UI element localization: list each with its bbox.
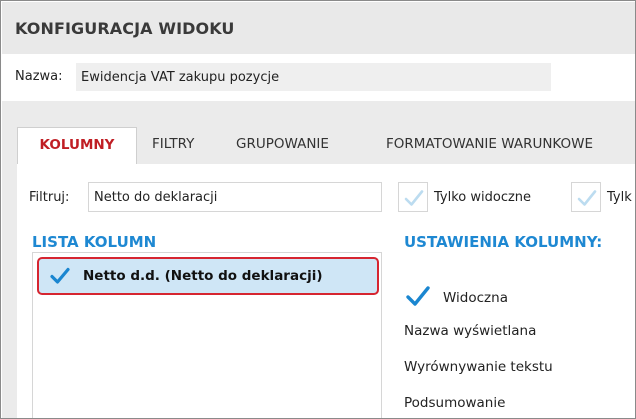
name-label: Nazwa: xyxy=(15,69,63,84)
text-alignment-label: Wyrównywanie tekstu xyxy=(404,359,553,375)
second-filter-label: Tylk xyxy=(607,190,632,205)
tab-panel: KOLUMNY FILTRY GRUPOWANIE FORMATOWANIE W… xyxy=(2,101,635,418)
visible-label: Widoczna xyxy=(443,290,508,306)
second-filter-checkbox[interactable] xyxy=(571,182,601,212)
name-row: Nazwa: xyxy=(2,54,635,101)
only-visible-label: Tylko widoczne xyxy=(434,190,532,205)
column-list: Netto d.d. (Netto do deklaracji) xyxy=(32,252,382,418)
summary-label: Podsumowanie xyxy=(404,395,506,411)
checkmark-icon[interactable] xyxy=(50,267,70,289)
tab-formatowanie-warunkowe[interactable]: FORMATOWANIE WARUNKOWE xyxy=(386,127,593,164)
tab-filtry[interactable]: FILTRY xyxy=(152,127,194,164)
columns-tab-content: Filtruj: Tylko widoczne Tylk LISTA KOLUM… xyxy=(17,164,635,418)
check-outline-icon xyxy=(404,190,424,206)
column-settings-title: USTAWIENIA KOLUMNY: xyxy=(404,233,603,251)
display-name-label: Nazwa wyświetlana xyxy=(404,323,537,339)
check-outline-icon xyxy=(577,190,597,206)
only-visible-checkbox[interactable] xyxy=(398,182,428,212)
title-bar: KONFIGURACJA WIDOKU xyxy=(2,2,635,54)
configuration-window: KONFIGURACJA WIDOKU Nazwa: KOLUMNY FILTR… xyxy=(0,0,636,419)
list-item[interactable]: Netto d.d. (Netto do deklaracji) xyxy=(37,257,379,295)
tab-kolumny[interactable]: KOLUMNY xyxy=(17,127,137,164)
tab-bar: KOLUMNY FILTRY GRUPOWANIE FORMATOWANIE W… xyxy=(17,127,635,164)
window-title: KONFIGURACJA WIDOKU xyxy=(15,19,235,38)
filter-label: Filtruj: xyxy=(29,190,70,205)
name-input[interactable] xyxy=(76,63,551,91)
list-item-label: Netto d.d. (Netto do deklaracji) xyxy=(83,268,323,284)
column-list-title: LISTA KOLUMN xyxy=(32,233,157,251)
filter-input[interactable] xyxy=(88,182,382,212)
checkmark-icon[interactable] xyxy=(405,284,431,312)
tab-grupowanie[interactable]: GRUPOWANIE xyxy=(236,127,329,164)
